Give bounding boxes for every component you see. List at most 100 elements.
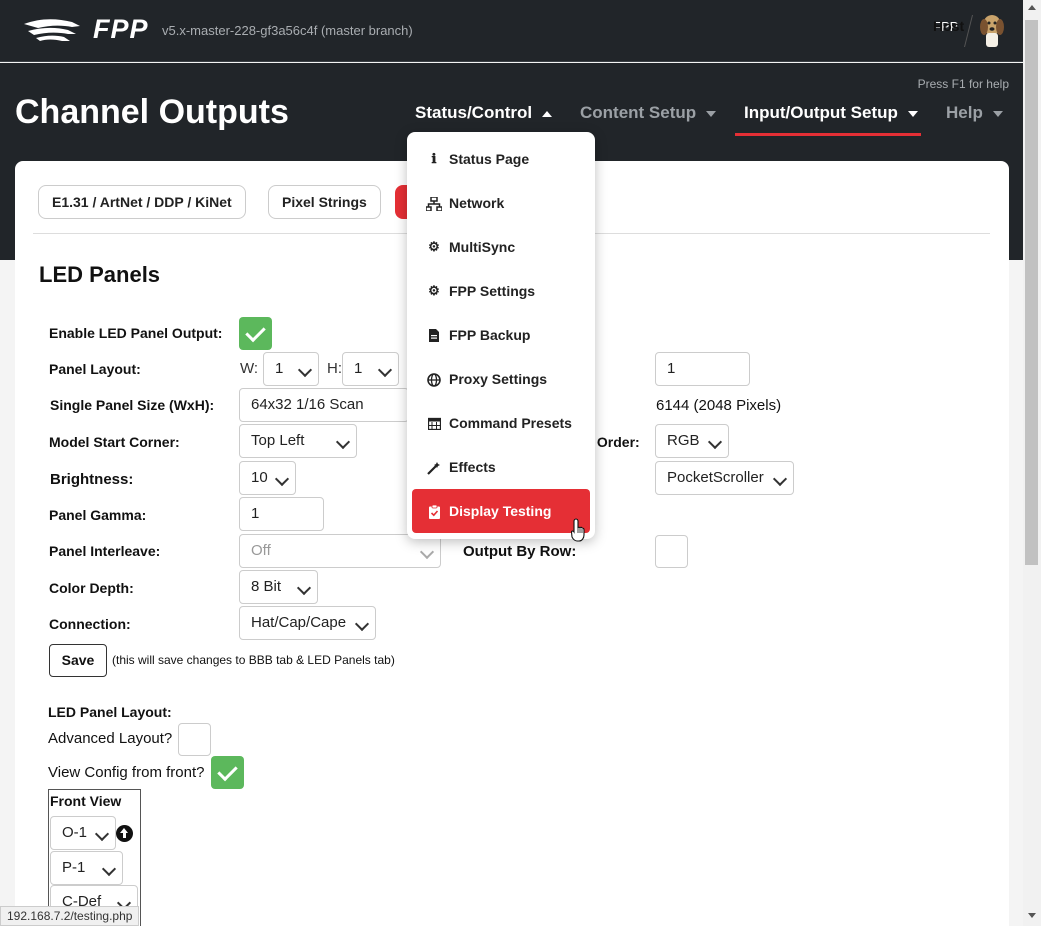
nav-status-control[interactable]: Status/Control bbox=[415, 103, 553, 123]
menu-item-effects[interactable]: Effects bbox=[412, 447, 590, 487]
status-control-dropdown: ℹ Status Page Network ⚙ MultiSync ⚙ FPP Set… bbox=[407, 132, 595, 539]
menu-item-command-presets[interactable]: Command Presets bbox=[412, 403, 590, 443]
chevron-down-icon bbox=[274, 471, 290, 487]
view-front-label: View Config from front? bbox=[48, 764, 205, 781]
output-value: O-1 bbox=[62, 824, 88, 841]
menu-item-fpp-backup[interactable]: FPP Backup bbox=[412, 315, 590, 355]
chevron-down-icon bbox=[419, 544, 435, 560]
menu-label: Command Presets bbox=[449, 415, 572, 431]
gamma-value: 1 bbox=[251, 505, 260, 522]
interleave-select[interactable]: Off bbox=[239, 534, 441, 568]
caret-down-icon bbox=[907, 110, 918, 117]
scroll-down-icon[interactable] bbox=[1028, 913, 1036, 918]
file-icon bbox=[426, 315, 442, 355]
height-value: 1 bbox=[354, 360, 363, 377]
nav-label: Content Setup bbox=[580, 103, 697, 122]
menu-item-display-testing[interactable]: Display Testing bbox=[412, 489, 590, 533]
menu-item-network[interactable]: Network bbox=[412, 183, 590, 223]
gamma-input[interactable]: 1 bbox=[239, 497, 324, 531]
beagle-avatar-icon bbox=[980, 15, 1004, 47]
view-front-checkbox[interactable] bbox=[211, 756, 244, 789]
nav-label: Status/Control bbox=[415, 103, 533, 122]
brightness-select[interactable]: 10 bbox=[239, 461, 296, 495]
front-view-heading: Front View bbox=[50, 793, 122, 809]
brand-name[interactable]: FPP bbox=[93, 14, 149, 45]
connection-select[interactable]: Hat/Cap/Cape bbox=[239, 606, 376, 640]
channel-count-text: 6144 (2048 Pixels) bbox=[656, 397, 782, 414]
cogs-icon: ⚙ bbox=[428, 239, 440, 254]
menu-label: FPP Settings bbox=[449, 283, 536, 299]
start-corner-value: Top Left bbox=[251, 432, 305, 449]
start-corner-select[interactable]: Top Left bbox=[239, 424, 357, 458]
panel-select[interactable]: P-1 bbox=[50, 851, 123, 885]
tab-pixel-strings[interactable]: Pixel Strings bbox=[268, 185, 381, 219]
gamma-label: Panel Gamma: bbox=[49, 507, 147, 523]
calendar-icon bbox=[426, 403, 442, 443]
advanced-layout-label: Advanced Layout? bbox=[48, 730, 173, 747]
output-select[interactable]: O-1 bbox=[50, 816, 116, 850]
arrow-up-circle-icon[interactable] bbox=[116, 825, 133, 842]
width-select[interactable]: 1 bbox=[263, 352, 319, 386]
globe-icon bbox=[426, 359, 442, 399]
menu-label: MultiSync bbox=[449, 239, 516, 255]
chevron-down-icon bbox=[335, 434, 351, 450]
enable-checkbox[interactable] bbox=[239, 317, 272, 350]
brightness-label: Brightness: bbox=[50, 471, 134, 488]
color-order-select[interactable]: RGB bbox=[655, 424, 729, 458]
menu-item-multisync[interactable]: ⚙ MultiSync bbox=[412, 227, 590, 267]
menu-item-status-page[interactable]: ℹ Status Page bbox=[412, 139, 590, 179]
enable-label: Enable LED Panel Output: bbox=[49, 325, 223, 341]
single-size-select[interactable]: 64x32 1/16 Scan bbox=[239, 388, 409, 422]
height-select[interactable]: 1 bbox=[342, 352, 399, 386]
single-size-value: 64x32 1/16 Scan bbox=[251, 396, 364, 413]
start-channel-input[interactable]: 1 bbox=[655, 352, 750, 386]
nav-label: Help bbox=[946, 103, 983, 122]
chevron-down-icon bbox=[354, 616, 370, 632]
active-nav-underline bbox=[735, 133, 921, 136]
color-depth-value: 8 Bit bbox=[251, 578, 282, 595]
nav-input-output-setup[interactable]: Input/Output Setup bbox=[744, 103, 918, 123]
connection-label: Connection: bbox=[49, 616, 131, 632]
menu-item-proxy-settings[interactable]: Proxy Settings bbox=[412, 359, 590, 399]
page-scrollbar[interactable] bbox=[1023, 0, 1041, 926]
color-depth-label: Color Depth: bbox=[49, 580, 134, 596]
menu-label: Network bbox=[449, 195, 505, 211]
chevron-down-icon bbox=[772, 471, 788, 487]
brightness-value: 10 bbox=[251, 469, 268, 486]
top-bar: FPP v5.x-master-228-gf3a56c4f (master br… bbox=[0, 0, 1023, 62]
help-hint: Press F1 for help bbox=[917, 77, 1009, 91]
caret-down-icon bbox=[706, 110, 717, 117]
scroll-thumb[interactable] bbox=[1025, 20, 1038, 565]
chevron-down-icon bbox=[101, 861, 117, 877]
scroll-up-icon[interactable] bbox=[1028, 5, 1036, 10]
start-channel-value: 1 bbox=[667, 360, 676, 377]
color-depth-select[interactable]: 8 Bit bbox=[239, 570, 318, 604]
host-info: Host FPP bbox=[933, 18, 964, 36]
gear-icon: ⚙ bbox=[428, 283, 440, 298]
output-by-row-checkbox[interactable] bbox=[655, 535, 688, 568]
advanced-layout-checkbox[interactable] bbox=[178, 723, 211, 756]
interleave-label: Panel Interleave: bbox=[49, 543, 161, 559]
panel-value: P-1 bbox=[62, 859, 86, 876]
interface-value: PocketScroller bbox=[667, 469, 764, 486]
network-icon bbox=[425, 183, 443, 223]
nav-content-setup[interactable]: Content Setup bbox=[580, 103, 717, 123]
chevron-down-icon bbox=[94, 826, 110, 842]
menu-label: FPP Backup bbox=[449, 327, 531, 343]
caret-down-icon bbox=[992, 110, 1003, 117]
divider bbox=[964, 15, 973, 47]
chevron-down-icon bbox=[377, 362, 393, 378]
chevron-down-icon bbox=[296, 580, 312, 596]
menu-item-fpp-settings[interactable]: ⚙ FPP Settings bbox=[412, 271, 590, 311]
tab-e131-artnet[interactable]: E1.31 / ArtNet / DDP / KiNet bbox=[38, 185, 246, 219]
width-value: 1 bbox=[275, 360, 284, 377]
status-bar-url: 192.168.7.2/testing.php bbox=[0, 906, 140, 926]
page-title: Channel Outputs bbox=[15, 93, 289, 131]
layout-label: LED Panel Layout: bbox=[48, 704, 172, 720]
fpp-logo-icon[interactable] bbox=[22, 14, 84, 46]
nav-help[interactable]: Help bbox=[946, 103, 1003, 123]
height-label: H: bbox=[327, 360, 342, 377]
save-button[interactable]: Save bbox=[49, 644, 107, 677]
menu-label: Effects bbox=[449, 459, 496, 475]
interface-select[interactable]: PocketScroller bbox=[655, 461, 794, 495]
